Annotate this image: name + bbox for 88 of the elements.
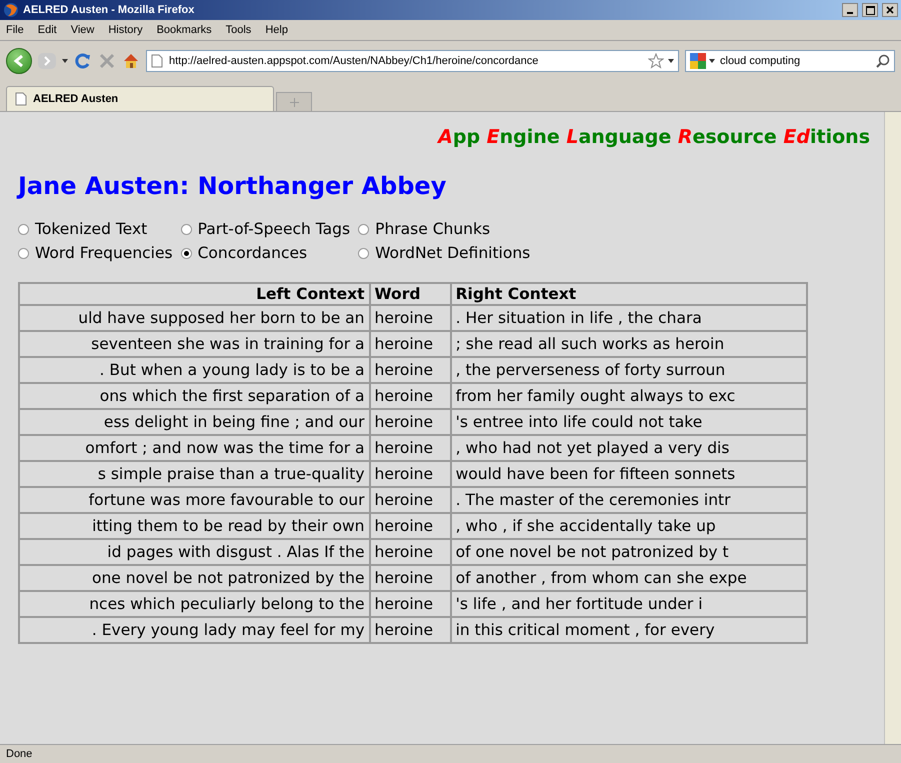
home-button[interactable] xyxy=(122,52,140,70)
table-cell: nces which peculiarly belong to the xyxy=(19,591,370,617)
menu-item[interactable]: Tools xyxy=(226,24,252,36)
view-option[interactable]: Phrase Chunks xyxy=(358,220,534,238)
minimize-button[interactable] xyxy=(842,3,858,17)
table-cell: heroine xyxy=(370,305,451,331)
table-cell: , who , if she accidentally take up xyxy=(450,513,807,539)
page-icon xyxy=(15,92,27,106)
view-option[interactable]: Part-of-Speech Tags xyxy=(180,220,354,238)
view-option[interactable]: WordNet Definitions xyxy=(358,244,534,262)
close-button[interactable] xyxy=(882,3,898,17)
menu-item[interactable]: File xyxy=(6,24,24,36)
scroll-bar[interactable] xyxy=(884,112,901,744)
close-icon xyxy=(886,6,894,14)
star-icon[interactable] xyxy=(648,53,664,69)
back-button[interactable] xyxy=(6,48,32,74)
table-cell: ; she read all such works as heroin xyxy=(450,331,807,357)
table-cell: heroine xyxy=(370,409,451,435)
table-cell: heroine xyxy=(370,435,451,461)
radio-button[interactable] xyxy=(18,248,29,258)
search-field[interactable]: cloud computing xyxy=(685,50,895,72)
table-cell: in this critical moment , for every xyxy=(450,617,807,643)
column-header: Left Context xyxy=(19,283,370,305)
table-cell: itting them to be read by their own xyxy=(19,513,370,539)
table-cell: omfort ; and now was the time for a xyxy=(19,435,370,461)
radio-button[interactable] xyxy=(18,224,29,234)
table-cell: 's life , and her fortitude under i xyxy=(450,591,807,617)
window-title: AELRED Austen - Mozilla Firefox xyxy=(23,4,196,16)
menu-item[interactable]: History xyxy=(108,24,143,36)
column-header: Word xyxy=(370,283,451,305)
plus-icon xyxy=(290,98,298,106)
table-cell: ess delight in being fine ; and our xyxy=(19,409,370,435)
maximize-icon xyxy=(866,6,874,14)
radio-button[interactable] xyxy=(180,224,192,234)
table-cell: . The master of the ceremonies intr xyxy=(450,487,807,513)
table-cell: . But when a young lady is to be a xyxy=(19,357,370,383)
menu-item[interactable]: View xyxy=(70,24,94,36)
dropdown-caret-icon[interactable] xyxy=(709,59,715,63)
dropdown-caret-icon[interactable] xyxy=(62,59,68,63)
radio-button[interactable] xyxy=(358,248,370,258)
radio-button[interactable] xyxy=(358,224,370,234)
maximize-button[interactable] xyxy=(862,3,878,17)
table-cell: would have been for fifteen sonnets xyxy=(450,461,807,487)
table-cell: s simple praise than a true-quality xyxy=(19,461,370,487)
table-cell: heroine xyxy=(370,383,451,409)
site-title: App Engine Language Resource Editions xyxy=(436,126,870,148)
table-cell: heroine xyxy=(370,331,451,357)
table-cell: , who had not yet played a very dis xyxy=(450,435,807,461)
table-cell: seventeen she was in training for a xyxy=(19,331,370,357)
radio-button[interactable] xyxy=(180,248,192,258)
table-cell: heroine xyxy=(370,357,451,383)
column-header: Right Context xyxy=(450,283,807,305)
table-cell: heroine xyxy=(370,539,451,565)
table-cell: heroine xyxy=(370,513,451,539)
page-heading: Jane Austen: Northanger Abbey xyxy=(18,172,448,200)
page-icon xyxy=(151,54,163,68)
table-cell: uld have supposed her born to be an xyxy=(19,305,370,331)
table-cell: 's entree into life could not take xyxy=(450,409,807,435)
menu-item[interactable]: Edit xyxy=(38,24,57,36)
table-cell: heroine xyxy=(370,461,451,487)
dropdown-caret-icon[interactable] xyxy=(668,59,674,63)
menu-item[interactable]: Help xyxy=(265,24,288,36)
table-cell: heroine xyxy=(370,487,451,513)
address-bar[interactable]: http://aelred-austen.appspot.com/Austen/NAbbey/Ch1/heroine/concordance xyxy=(146,50,679,72)
table-cell: , the perverseness of forty surroun xyxy=(450,357,807,383)
search-input[interactable]: cloud computing xyxy=(718,54,873,68)
view-option[interactable]: Word Frequencies xyxy=(18,244,177,262)
table-cell: fortune was more favourable to our xyxy=(19,487,370,513)
table-cell: heroine xyxy=(370,617,451,643)
menu-item[interactable]: Bookmarks xyxy=(156,24,212,36)
browser-tab[interactable]: AELRED Austen xyxy=(6,86,274,111)
table-cell: . Every young lady may feel for my xyxy=(19,617,370,643)
table-cell: one novel be not patronized by the xyxy=(19,565,370,591)
table-cell: . Her situation in life , the chara xyxy=(450,305,807,331)
table-cell: heroine xyxy=(370,565,451,591)
table-cell: ons which the first separation of a xyxy=(19,383,370,409)
status-bar: Done xyxy=(0,744,901,763)
view-option[interactable]: Tokenized Text xyxy=(18,220,177,238)
table-cell: heroine xyxy=(370,591,451,617)
table-cell: from her family ought always to exc xyxy=(450,383,807,409)
table-cell: of one novel be not patronized by t xyxy=(450,539,807,565)
url-field[interactable]: http://aelred-austen.appspot.com/Austen/NAbbey/Ch1/heroine/concordance xyxy=(167,54,644,68)
view-option[interactable]: Concordances xyxy=(180,244,354,262)
table-cell: id pages with disgust . Alas If the xyxy=(19,539,370,565)
reload-button[interactable] xyxy=(74,52,92,70)
browser-logo-icon xyxy=(3,2,19,18)
table-cell: of another , from whom can she expe xyxy=(450,565,807,591)
search-icon[interactable] xyxy=(876,54,890,68)
